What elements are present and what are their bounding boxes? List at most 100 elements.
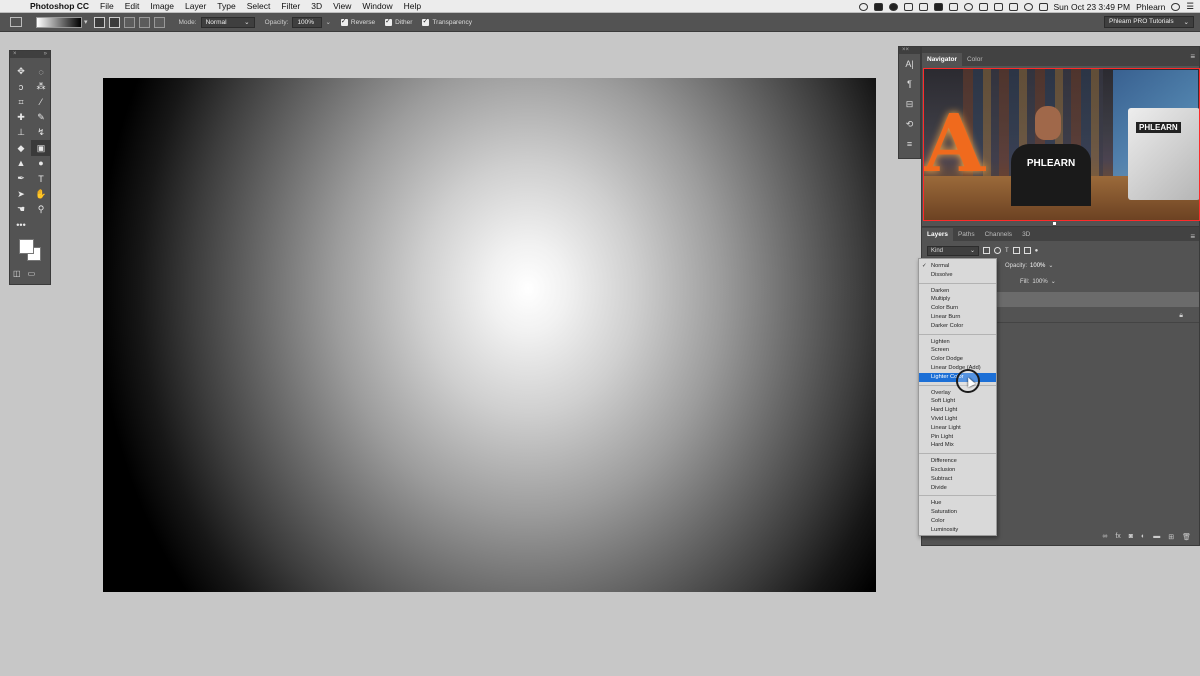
blend-mode-item-hard-mix[interactable]: Hard Mix (919, 441, 996, 450)
brush-tool-icon[interactable]: ✎ (31, 110, 51, 125)
menu-select[interactable]: Select (241, 1, 276, 11)
menu-file[interactable]: File (95, 1, 120, 11)
lasso-tool-icon[interactable]: ↄ (11, 79, 31, 94)
blur-tool-icon[interactable]: ▲ (11, 156, 31, 171)
gear-status-icon[interactable] (903, 2, 913, 11)
blend-mode-item-color-burn[interactable]: Color Burn (919, 304, 996, 313)
smart-object-filter-icon[interactable] (1023, 247, 1031, 254)
type-tool-icon[interactable]: T (31, 171, 51, 186)
document-canvas[interactable] (103, 78, 876, 592)
navigator-view-box[interactable] (923, 68, 1200, 221)
eyedropper-tool-icon[interactable]: ⁄ (31, 95, 51, 110)
blend-mode-item-soft-light[interactable]: Soft Light (919, 397, 996, 406)
healing-brush-tool-icon[interactable]: ✚ (11, 110, 31, 125)
panel-menu-icon[interactable]: ≡ (1190, 52, 1195, 61)
screen-mode-icon[interactable]: ▭ (28, 269, 36, 278)
gradient-tool-preset-icon[interactable] (10, 17, 22, 27)
gradient-picker[interactable] (36, 16, 82, 28)
blend-mode-item-overlay[interactable]: Overlay (919, 389, 996, 398)
clone-stamp-tool-icon[interactable]: ⊥ (11, 125, 31, 140)
layer-fill[interactable]: Fill: 100% ⌄ (1020, 278, 1056, 286)
eraser-tool-icon[interactable]: ◆ (11, 140, 31, 155)
fx-icon[interactable]: fx (1115, 533, 1120, 541)
reflected-gradient-button[interactable] (138, 16, 150, 28)
opacity-field[interactable]: 100% (292, 16, 323, 28)
mask-icon[interactable]: ◙ (1129, 533, 1133, 541)
pen-tool-icon[interactable]: ✒ (11, 171, 31, 186)
move-tool-icon[interactable]: ✥ (11, 64, 31, 79)
blend-mode-item-screen[interactable]: Screen (919, 346, 996, 355)
menu-filter[interactable]: Filter (276, 1, 306, 11)
eject-icon[interactable] (993, 2, 1003, 11)
type-filter-icon[interactable]: T (1005, 248, 1009, 254)
blend-mode-item-vivid-light[interactable]: Vivid Light (919, 415, 996, 424)
paragraph-panel-icon[interactable]: ¶ (899, 74, 920, 94)
blend-mode-item-multiply[interactable]: Multiply (919, 295, 996, 304)
user-name[interactable]: Phlearn (1136, 2, 1165, 12)
dodge-tool-icon[interactable]: ● (31, 156, 51, 171)
menu-app-name[interactable]: Photoshop CC (26, 1, 95, 11)
layer-opacity-value[interactable]: 100% (1030, 263, 1045, 269)
blend-mode-menu[interactable]: ✓ Normal Dissolve Darken Multiply Color Burn L… (918, 258, 997, 536)
linear-gradient-button[interactable] (93, 16, 105, 28)
close-icon[interactable]: × (13, 51, 17, 58)
trash-icon[interactable]: 🗑︎ (1182, 533, 1191, 541)
tab-color[interactable]: Color (962, 53, 988, 66)
menu-view[interactable]: View (328, 1, 357, 11)
blend-mode-item-hue[interactable]: Hue (919, 499, 996, 508)
blend-mode-item-color[interactable]: Color (919, 517, 996, 526)
blend-mode-item-divide[interactable]: Divide (919, 484, 996, 493)
history-brush-tool-icon[interactable]: ↯ (31, 125, 51, 140)
dropbox-icon[interactable] (888, 2, 898, 11)
link-icon[interactable]: ∞ (1102, 533, 1107, 541)
menu-type[interactable]: Type (212, 1, 241, 11)
quick-mask-icon[interactable]: ◫ (13, 269, 21, 278)
strip-header[interactable]: ×× (899, 47, 920, 54)
adjustments-panel-icon[interactable]: ≡ (899, 134, 920, 154)
chevron-down-icon[interactable]: ⌄ (1051, 278, 1056, 285)
blend-mode-item-lighten[interactable]: Lighten (919, 338, 996, 347)
notes-icon[interactable] (933, 2, 943, 11)
wifi-icon[interactable] (1023, 2, 1033, 11)
menu-layer[interactable]: Layer (180, 1, 212, 11)
gradient-tool-icon[interactable]: ▣ (31, 140, 51, 156)
navigator-thumbnail[interactable]: A PHLEARN PHLEARN (923, 68, 1200, 221)
blend-mode-item-dissolve[interactable]: Dissolve (919, 271, 996, 280)
reverse-checkbox[interactable]: Reverse (340, 17, 375, 26)
blend-mode-item-darken[interactable]: Darken (919, 287, 996, 296)
tools-panel-header[interactable]: ×» (10, 51, 50, 58)
collapse-icon[interactable]: » (44, 51, 47, 58)
camera-icon[interactable] (948, 2, 958, 11)
blend-mode-item-hard-light[interactable]: Hard Light (919, 406, 996, 415)
menu-edit[interactable]: Edit (119, 1, 145, 11)
record-icon[interactable] (858, 2, 868, 11)
blend-mode-item-color-dodge[interactable]: Color Dodge (919, 355, 996, 364)
diamond-gradient-button[interactable] (153, 16, 165, 28)
menu-3d[interactable]: 3D (306, 1, 328, 11)
notification-center-icon[interactable]: ☰ (1186, 1, 1194, 12)
clock-text[interactable]: Sun Oct 23 3:49 PM (1054, 2, 1131, 12)
layer-opacity[interactable]: Opacity: 100% ⌄ (1005, 262, 1053, 270)
chevron-down-icon[interactable]: ⌄ (325, 18, 330, 26)
properties-panel-icon[interactable]: ⊟ (899, 94, 920, 114)
clock-icon[interactable] (963, 2, 973, 11)
tab-channels[interactable]: Channels (980, 228, 1017, 241)
menu-help[interactable]: Help (398, 1, 426, 11)
radial-gradient-button[interactable] (108, 16, 120, 28)
crop-tool-icon[interactable]: ⌗ (11, 95, 31, 110)
menu-image[interactable]: Image (145, 1, 180, 11)
search-icon[interactable] (1171, 2, 1181, 11)
scissors-icon[interactable] (918, 2, 928, 11)
panel-menu-icon[interactable]: ≡ (1190, 232, 1195, 241)
blend-mode-item-saturation[interactable]: Saturation (919, 508, 996, 517)
new-layer-icon[interactable]: ⊞ (1168, 533, 1174, 541)
menu-window[interactable]: Window (357, 1, 398, 11)
blend-mode-item-exclusion[interactable]: Exclusion (919, 466, 996, 475)
hand-tool-icon[interactable]: ☚ (11, 202, 31, 217)
blend-mode-item-linear-burn[interactable]: Linear Burn (919, 313, 996, 322)
zoom-slider-handle[interactable] (1053, 222, 1056, 225)
kind-filter-select[interactable]: Kind ⌄ (927, 245, 979, 256)
group-folder-icon[interactable]: ▬ (1153, 533, 1160, 541)
pixel-filter-icon[interactable] (983, 247, 990, 254)
angle-gradient-button[interactable] (123, 16, 135, 28)
